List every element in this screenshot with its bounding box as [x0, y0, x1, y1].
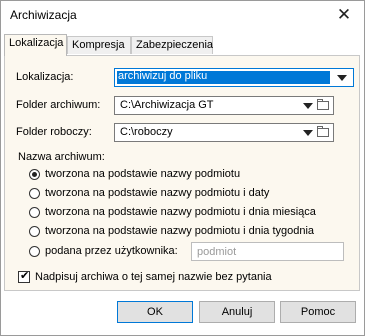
ok-button[interactable]: OK: [117, 301, 193, 323]
tab-kompresja[interactable]: Kompresja: [67, 36, 131, 54]
overwrite-label[interactable]: Nadpisuj archiwa o tej samej nazwie bez …: [35, 271, 272, 283]
folder-icon[interactable]: [317, 99, 329, 110]
archive-folder-label: Folder archiwum:: [16, 99, 101, 111]
chevron-down-icon[interactable]: [303, 130, 313, 136]
location-value: archiwizuj do pliku: [118, 70, 208, 82]
radio-button[interactable]: [29, 188, 40, 199]
custom-name-placeholder: podmiot: [197, 246, 237, 258]
custom-name-input[interactable]: podmiot: [191, 242, 344, 261]
chevron-down-icon[interactable]: [303, 103, 313, 109]
archive-name-group-title: Nazwa archiwum:: [18, 151, 105, 163]
work-folder-label: Folder roboczy:: [16, 126, 92, 138]
location-select[interactable]: archiwizuj do pliku: [114, 68, 354, 87]
tab-zabezpieczenia[interactable]: Zabezpieczenia: [131, 36, 213, 54]
radio-label[interactable]: tworzona na podstawie nazwy podmiotu i d…: [45, 206, 316, 218]
work-folder-select[interactable]: C:\roboczy: [114, 123, 334, 142]
cancel-button[interactable]: Anuluj: [199, 301, 275, 323]
radio-label[interactable]: tworzona na podstawie nazwy podmiotu i d…: [45, 187, 269, 199]
radio-button[interactable]: [29, 207, 40, 218]
dialog-title: Archiwizacja: [10, 8, 77, 22]
radio-button[interactable]: [29, 226, 40, 237]
help-button[interactable]: Pomoc: [280, 301, 356, 323]
close-icon[interactable]: ✕: [330, 3, 358, 27]
check-icon: ✔: [20, 270, 30, 282]
archive-folder-value: C:\Archiwizacja GT: [120, 99, 214, 111]
chevron-down-icon[interactable]: [337, 75, 347, 81]
radio-label[interactable]: podana przez użytkownika:: [45, 245, 178, 257]
radio-button[interactable]: [29, 169, 40, 180]
archive-dialog: Archiwizacja ✕ Lokalizacja Kompresja Zab…: [0, 0, 365, 336]
archive-folder-select[interactable]: C:\Archiwizacja GT: [114, 96, 334, 115]
folder-icon[interactable]: [317, 126, 329, 137]
radio-label[interactable]: tworzona na podstawie nazwy podmiotu i d…: [45, 225, 314, 237]
title-bar[interactable]: Archiwizacja ✕: [1, 1, 364, 31]
tab-panel-lokalizacja: Lokalizacja: archiwizuj do pliku Folder …: [4, 55, 360, 291]
radio-button[interactable]: [29, 246, 40, 257]
tab-lokalizacja[interactable]: Lokalizacja: [4, 34, 67, 56]
location-label: Lokalizacja:: [16, 71, 74, 83]
work-folder-value: C:\roboczy: [120, 126, 173, 138]
radio-label[interactable]: tworzona na podstawie nazwy podmiotu: [45, 168, 240, 180]
overwrite-checkbox[interactable]: ✔: [18, 270, 30, 283]
